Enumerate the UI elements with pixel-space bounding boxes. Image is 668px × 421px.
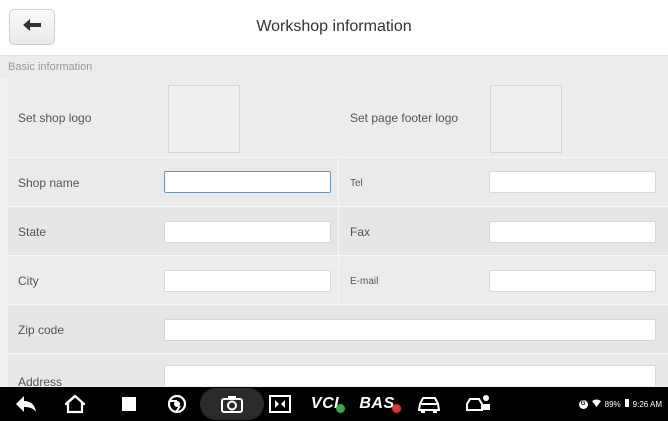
column-divider <box>338 257 339 304</box>
shop-logo-picker[interactable] <box>168 85 240 153</box>
form-row: State Fax <box>8 208 668 256</box>
nav-back-button[interactable] <box>6 387 46 421</box>
browser-icon <box>167 394 187 414</box>
city-field[interactable] <box>164 270 331 292</box>
form-row: Zip code <box>8 306 668 354</box>
car-icon <box>417 395 441 413</box>
fax-field[interactable] <box>489 221 656 243</box>
logo-row: Set shop logo Set page footer logo <box>8 78 668 158</box>
vci-button[interactable]: VCI <box>304 387 352 421</box>
form-row: Shop name Tel <box>8 159 668 207</box>
bas-button[interactable]: BAS <box>356 387 404 421</box>
form-row: Address <box>8 355 668 386</box>
camera-icon <box>221 395 243 413</box>
address-label: Address <box>18 375 63 386</box>
bas-icon: BAS <box>359 395 401 413</box>
zip-code-label: Zip code <box>18 323 65 337</box>
wifi-icon <box>591 399 601 409</box>
footer-logo-label: Set page footer logo <box>350 111 459 125</box>
recent-apps-icon <box>121 396 137 412</box>
system-navbar: VCI BAS G 89% 9:26 AM <box>0 387 668 421</box>
nav-recents-button[interactable] <box>112 387 146 421</box>
email-field[interactable] <box>489 270 656 292</box>
vci-label: VCI <box>310 395 340 412</box>
city-label: City <box>18 274 39 288</box>
page-title: Workshop information <box>256 18 412 35</box>
nav-home-button[interactable] <box>58 387 92 421</box>
back-arrow-icon <box>15 395 37 413</box>
zip-code-field[interactable] <box>164 319 656 341</box>
form-row: City E-mail <box>8 257 668 305</box>
tel-label: Tel <box>350 178 363 189</box>
shop-name-field[interactable] <box>164 171 331 193</box>
bas-label: BAS <box>359 395 395 412</box>
status-bar: G 89% 9:26 AM <box>578 387 662 421</box>
vehicle-button[interactable] <box>412 387 446 421</box>
shop-name-label: Shop name <box>18 176 80 190</box>
state-label: State <box>18 225 47 239</box>
notification-icon: G <box>578 399 588 409</box>
email-label: E-mail <box>350 276 379 287</box>
basic-info-panel: Set shop logo Set page footer logo Shop … <box>8 78 668 386</box>
clock: 9:26 AM <box>632 399 662 409</box>
title-bar: Workshop information <box>0 0 668 56</box>
display-button[interactable] <box>264 387 296 421</box>
footer-logo-picker[interactable] <box>490 85 562 153</box>
camera-button[interactable] <box>214 387 250 421</box>
shop-logo-label: Set shop logo <box>18 111 92 125</box>
battery-icon <box>624 399 629 409</box>
tel-field[interactable] <box>489 171 656 193</box>
browser-button[interactable] <box>160 387 194 421</box>
section-caption: Basic information <box>0 56 668 78</box>
vci-icon: VCI <box>310 395 346 413</box>
column-divider <box>338 159 339 206</box>
column-divider <box>338 208 339 255</box>
service-button[interactable] <box>462 387 496 421</box>
address-field[interactable] <box>164 365 656 386</box>
battery-percentage: 89% <box>604 399 621 409</box>
state-field[interactable] <box>164 221 331 243</box>
car-service-icon <box>466 394 492 414</box>
display-icon <box>269 395 291 413</box>
home-icon <box>65 394 85 414</box>
fax-label: Fax <box>350 225 371 239</box>
